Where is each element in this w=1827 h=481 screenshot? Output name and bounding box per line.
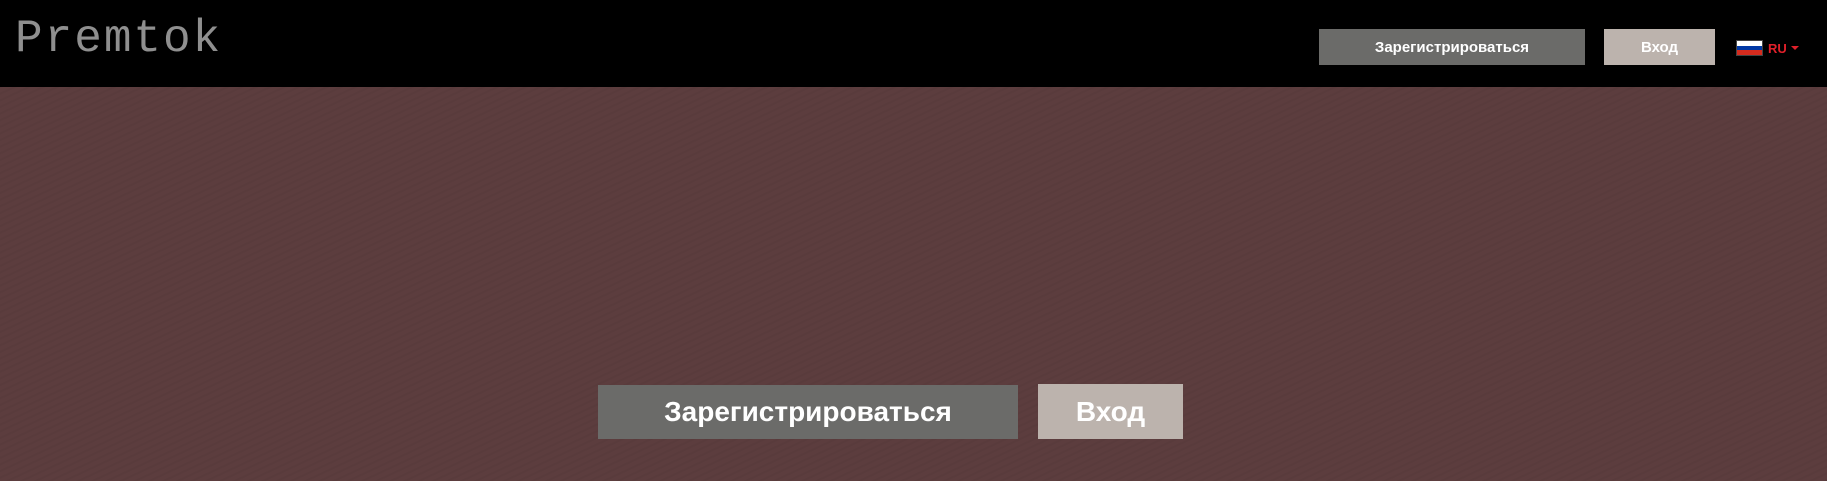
- login-button-header[interactable]: Вход: [1604, 29, 1715, 65]
- register-button-main[interactable]: Зарегистрироваться: [598, 385, 1018, 439]
- login-button-main[interactable]: Вход: [1038, 384, 1183, 439]
- top-navbar: Premtok Зарегистрироваться Вход RU: [0, 0, 1827, 87]
- register-button-header[interactable]: Зарегистрироваться: [1319, 29, 1585, 65]
- site-logo[interactable]: Premtok: [15, 16, 222, 62]
- language-code: RU: [1768, 40, 1787, 56]
- language-selector[interactable]: RU: [1736, 39, 1799, 57]
- russia-flag-icon: [1736, 40, 1763, 56]
- chevron-down-icon: [1790, 46, 1799, 50]
